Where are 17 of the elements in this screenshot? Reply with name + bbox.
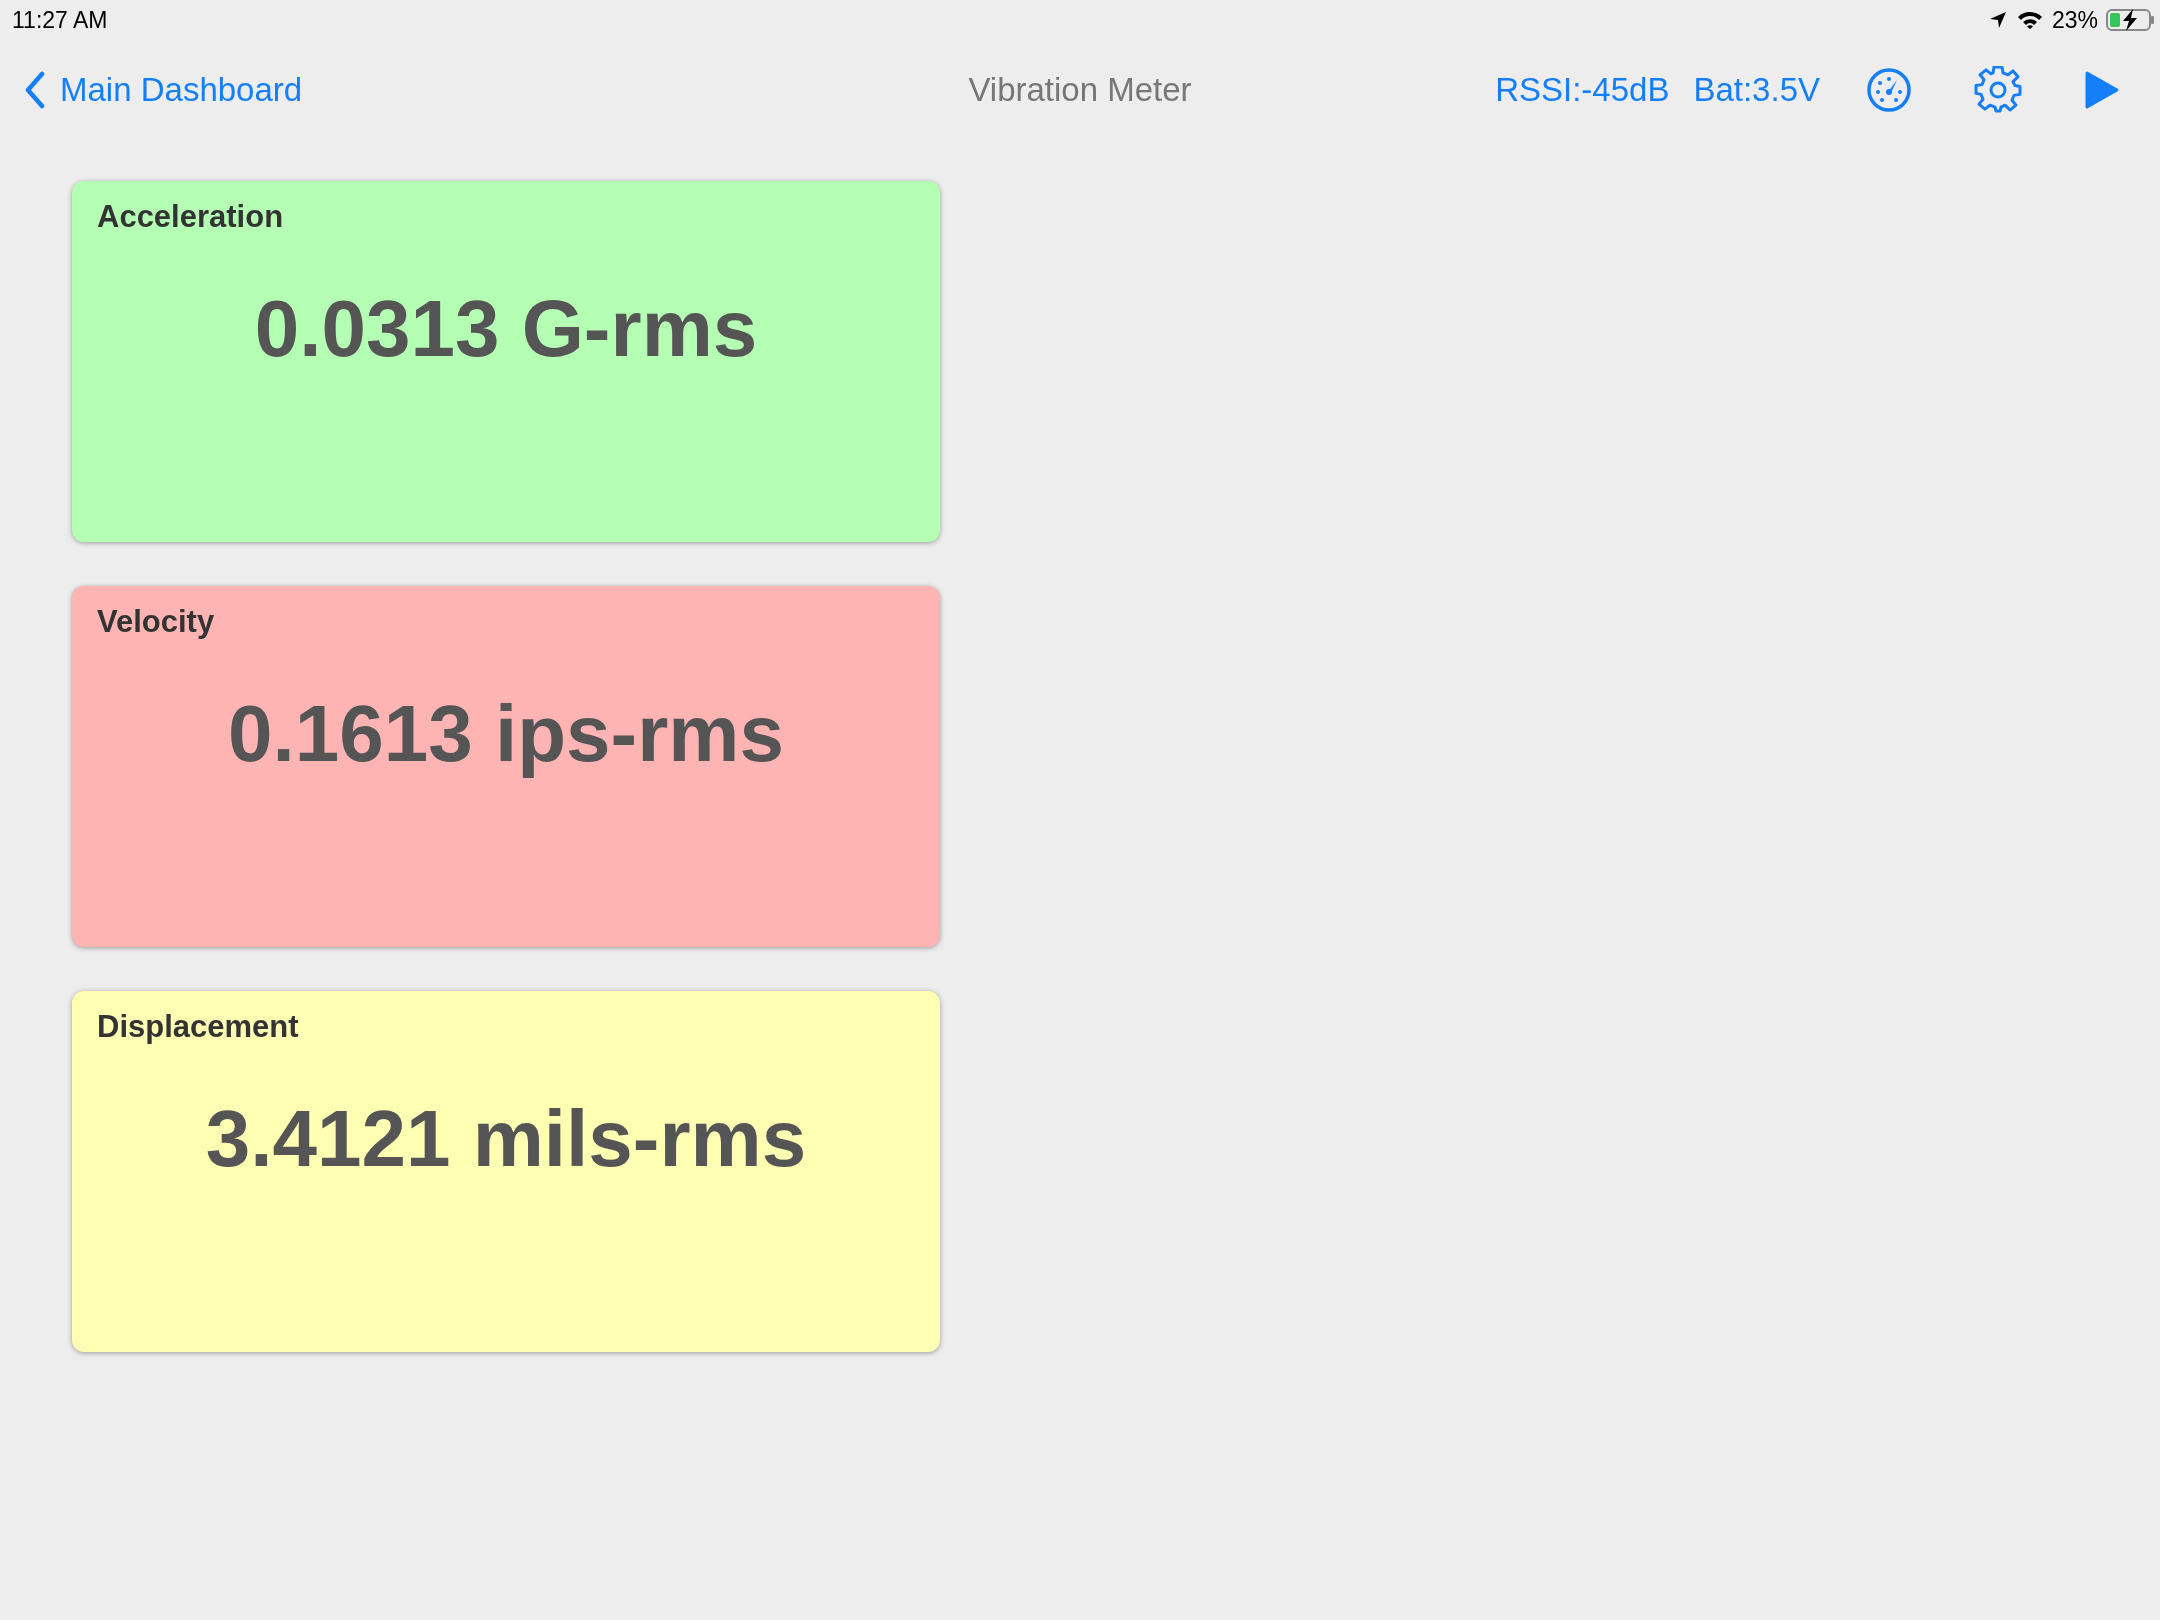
- status-time: 11:27 AM: [12, 6, 108, 34]
- screen-title: Vibration Meter: [968, 71, 1192, 109]
- battery-charging-icon: [2106, 8, 2156, 32]
- back-button[interactable]: Main Dashboard: [24, 71, 303, 109]
- measurement-value: 0.0313 G-rms: [254, 283, 758, 375]
- gauge-icon[interactable]: [1866, 67, 1912, 113]
- play-icon[interactable]: [2084, 70, 2120, 110]
- card-title: Acceleration: [97, 199, 284, 235]
- chevron-left-icon: [24, 71, 46, 109]
- card-title: Displacement: [97, 1009, 299, 1045]
- settings-icon[interactable]: [1974, 66, 2022, 114]
- measurement-value: 0.1613 ips-rms: [228, 688, 784, 780]
- measurement-value: 3.4121 mils-rms: [205, 1093, 807, 1185]
- battery-percent: 23%: [2051, 6, 2098, 34]
- card-title: Velocity: [97, 604, 215, 640]
- battery-voltage: Bat:3.5V: [1693, 71, 1820, 109]
- rssi-reading: RSSI:-45dB: [1495, 71, 1670, 109]
